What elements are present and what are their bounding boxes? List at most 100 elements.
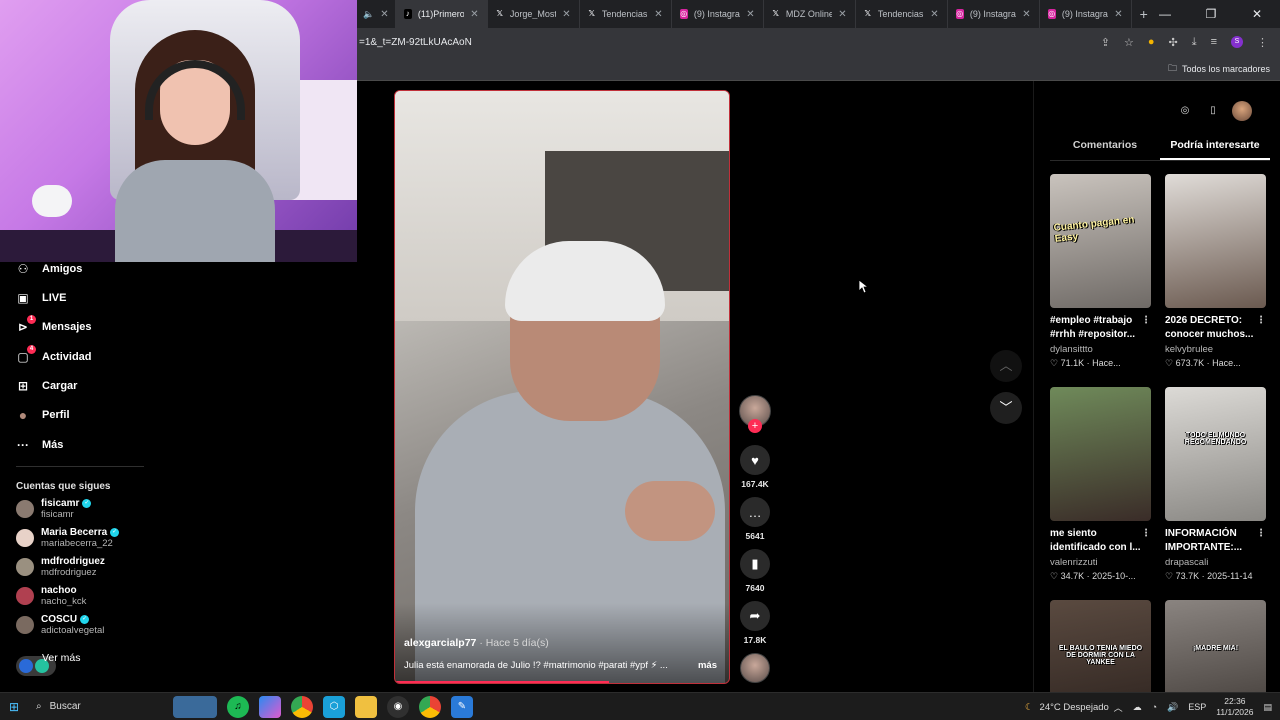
download-icon[interactable]: ⤓ xyxy=(1192,36,1197,49)
taskbar-weather[interactable]: ☾ 24°C Despejado xyxy=(1025,693,1109,720)
mute-icon[interactable]: 🔈 xyxy=(363,9,374,20)
compass-icon[interactable]: ◎ xyxy=(1176,102,1194,120)
lang-indicator[interactable]: ESP xyxy=(1188,702,1206,712)
user-avatar[interactable] xyxy=(1232,101,1252,121)
browser-tab[interactable]: ◎ (9) Instagram ✕ xyxy=(672,0,764,28)
video-progress-bar[interactable] xyxy=(395,681,609,683)
following-account[interactable]: nachoo nacho_kck xyxy=(16,585,86,607)
tab-you-may-like[interactable]: Podría interesarte xyxy=(1160,137,1270,160)
wifi-icon[interactable]: ◔ xyxy=(1152,702,1157,712)
bookmark-star-icon[interactable]: ☆ xyxy=(1124,36,1134,49)
tab-close-first[interactable]: 🔈 ✕ xyxy=(357,0,396,28)
sidebar-item-amigos[interactable]: ⚇ Amigos xyxy=(16,262,83,276)
card-user[interactable]: kelvybrulee xyxy=(1165,344,1266,355)
close-icon[interactable]: ✕ xyxy=(380,9,388,20)
phone-icon[interactable]: ▯ xyxy=(1204,102,1222,120)
card-user[interactable]: dylansittto xyxy=(1050,344,1151,355)
follow-plus-icon[interactable]: + xyxy=(748,419,762,433)
maximize-button[interactable]: ❐ xyxy=(1188,0,1234,28)
sidebar-item-actividad[interactable]: ▢ 4 Actividad xyxy=(16,345,92,364)
file-explorer-icon[interactable] xyxy=(355,695,377,718)
minimize-button[interactable]: — xyxy=(1142,0,1188,28)
volume-icon[interactable]: 🔊 xyxy=(1167,702,1178,713)
video-author[interactable]: alexgarcialp77 · Hace 5 día(s) xyxy=(404,637,549,649)
sound-disc-avatar[interactable] xyxy=(740,653,770,683)
following-account[interactable]: mdfrodriguez mdfrodriguez xyxy=(16,556,105,578)
all-bookmarks-button[interactable]: 🗀 Todos los marcadores xyxy=(1168,61,1270,77)
app-hex-icon[interactable]: ⬡ xyxy=(323,695,345,718)
taskbar-widget-thumb[interactable] xyxy=(173,695,217,718)
video-thumbnail[interactable] xyxy=(1050,387,1151,521)
see-more-link[interactable]: Ver más xyxy=(42,652,81,664)
url-field[interactable]: =1&_t=ZM-92tLkUAcAoN xyxy=(357,37,1101,48)
following-account[interactable]: fisicamr ✓ fisicamr xyxy=(16,498,92,520)
x-icon: 𝕏 xyxy=(772,9,779,18)
copilot-icon[interactable] xyxy=(259,695,281,718)
notification-icon[interactable]: ▤ xyxy=(1263,702,1272,713)
browser-tab[interactable]: 𝕏 Tendencias ✕ xyxy=(856,0,948,28)
sidebar-item-perfil[interactable]: ● Perfil xyxy=(16,408,70,422)
tray-chevron-icon[interactable]: ︿ xyxy=(1114,701,1123,714)
close-window-button[interactable]: ✕ xyxy=(1234,0,1280,28)
browser-tab[interactable]: 𝕏 Jorge_Most ✕ xyxy=(488,0,580,28)
close-icon[interactable]: ✕ xyxy=(838,9,846,20)
sidebar-item-mensajes[interactable]: ⊳ 1 Mensajes xyxy=(16,315,92,334)
video-thumbnail[interactable] xyxy=(1165,174,1266,308)
comment-button[interactable]: … xyxy=(740,497,770,527)
paint-icon[interactable]: ✎ xyxy=(451,695,473,718)
cloud-icon[interactable]: ☁ xyxy=(1133,702,1142,713)
share-button[interactable]: ➦ xyxy=(740,601,770,631)
video-thumbnail[interactable]: Cuanto pagan en Easy xyxy=(1050,174,1151,308)
following-account[interactable]: Maria Becerra ✓ mariabecerra_22 xyxy=(16,527,120,549)
recommended-video-card[interactable]: 2026 DECRETO: conocer muchos... ⋮ kelvybru… xyxy=(1165,174,1266,369)
browser-tab[interactable]: 𝕏 MDZ Online ✕ xyxy=(764,0,856,28)
video-author-name[interactable]: alexgarcialp77 xyxy=(404,637,476,649)
following-account[interactable]: COSCU ✓ adictoalvegetal xyxy=(16,614,104,636)
recommended-video-card[interactable]: TODO EL MUNDO RECOMENDANDO INFORMACIÓN IM… xyxy=(1165,387,1266,582)
sidebar-item-live[interactable]: ▣ LIVE xyxy=(16,291,66,305)
taskbar-clock[interactable]: 22:36 11/1/2026 xyxy=(1216,696,1253,718)
close-icon[interactable]: ✕ xyxy=(930,9,938,20)
menu-kebab-icon[interactable]: ⋮ xyxy=(1257,36,1268,49)
chrome-icon[interactable] xyxy=(291,695,313,718)
video-thumbnail[interactable]: TODO EL MUNDO RECOMENDANDO xyxy=(1165,387,1266,521)
sidebar-item-cargar[interactable]: ⊞ Cargar xyxy=(16,379,78,393)
browser-tab[interactable]: ◎ (9) Instagram ✕ xyxy=(948,0,1040,28)
card-menu-icon[interactable]: ⋮ xyxy=(1141,527,1151,541)
card-meta: ♡ 71.1K · Hace... xyxy=(1050,358,1121,368)
next-video-button[interactable]: ﹀ xyxy=(990,392,1022,424)
extensions-icon[interactable]: ✣ xyxy=(1168,36,1177,49)
close-icon[interactable]: ✕ xyxy=(1022,9,1030,20)
recommended-video-card[interactable]: Cuanto pagan en Easy #empleo #trabajo #rr… xyxy=(1050,174,1151,369)
browser-tab[interactable]: 𝕏 Tendencias ✕ xyxy=(580,0,672,28)
close-icon[interactable]: ✕ xyxy=(1114,9,1122,20)
close-icon[interactable]: ✕ xyxy=(470,9,478,20)
close-icon[interactable]: ✕ xyxy=(746,9,754,20)
close-icon[interactable]: ✕ xyxy=(562,9,570,20)
close-icon[interactable]: ✕ xyxy=(654,9,662,20)
card-menu-icon[interactable]: ⋮ xyxy=(1141,314,1151,328)
like-button[interactable]: ♥ xyxy=(740,445,770,475)
card-menu-icon[interactable]: ⋮ xyxy=(1256,314,1266,328)
video-more-button[interactable]: más xyxy=(698,660,717,671)
card-user[interactable]: drapascali xyxy=(1165,557,1266,568)
taskbar-search[interactable]: ⌕ Buscar xyxy=(28,696,168,718)
sidebar-item-más[interactable]: ··· Más xyxy=(16,438,63,452)
profile-avatar[interactable]: S xyxy=(1231,36,1243,48)
spotify-icon[interactable]: ♫ xyxy=(227,695,249,718)
tab-comments[interactable]: Comentarios xyxy=(1050,137,1160,160)
chrome-profile-icon[interactable] xyxy=(419,695,441,718)
obs-icon[interactable]: ◉ xyxy=(387,695,409,718)
browser-tab[interactable]: ◎ (9) Instagram ✕ xyxy=(1040,0,1132,28)
previous-video-button[interactable]: ︿ xyxy=(990,350,1022,382)
windows-start-icon[interactable]: ⊞ xyxy=(0,700,28,714)
video-player[interactable]: alexgarcialp77 · Hace 5 día(s) Julia est… xyxy=(394,90,730,684)
browser-tab[interactable]: ♪ (11)Primeros ✕ xyxy=(395,0,488,28)
extension-color-icon[interactable]: ● xyxy=(1148,36,1155,48)
media-icon[interactable]: ≡ xyxy=(1211,36,1217,48)
card-menu-icon[interactable]: ⋮ xyxy=(1256,527,1266,541)
recommended-video-card[interactable]: me siento identificado con l... ⋮ valenriz… xyxy=(1050,387,1151,582)
install-icon[interactable]: ⇪ xyxy=(1101,36,1110,49)
save-button[interactable]: ▮ xyxy=(740,549,770,579)
card-user[interactable]: valenrizzuti xyxy=(1050,557,1151,568)
